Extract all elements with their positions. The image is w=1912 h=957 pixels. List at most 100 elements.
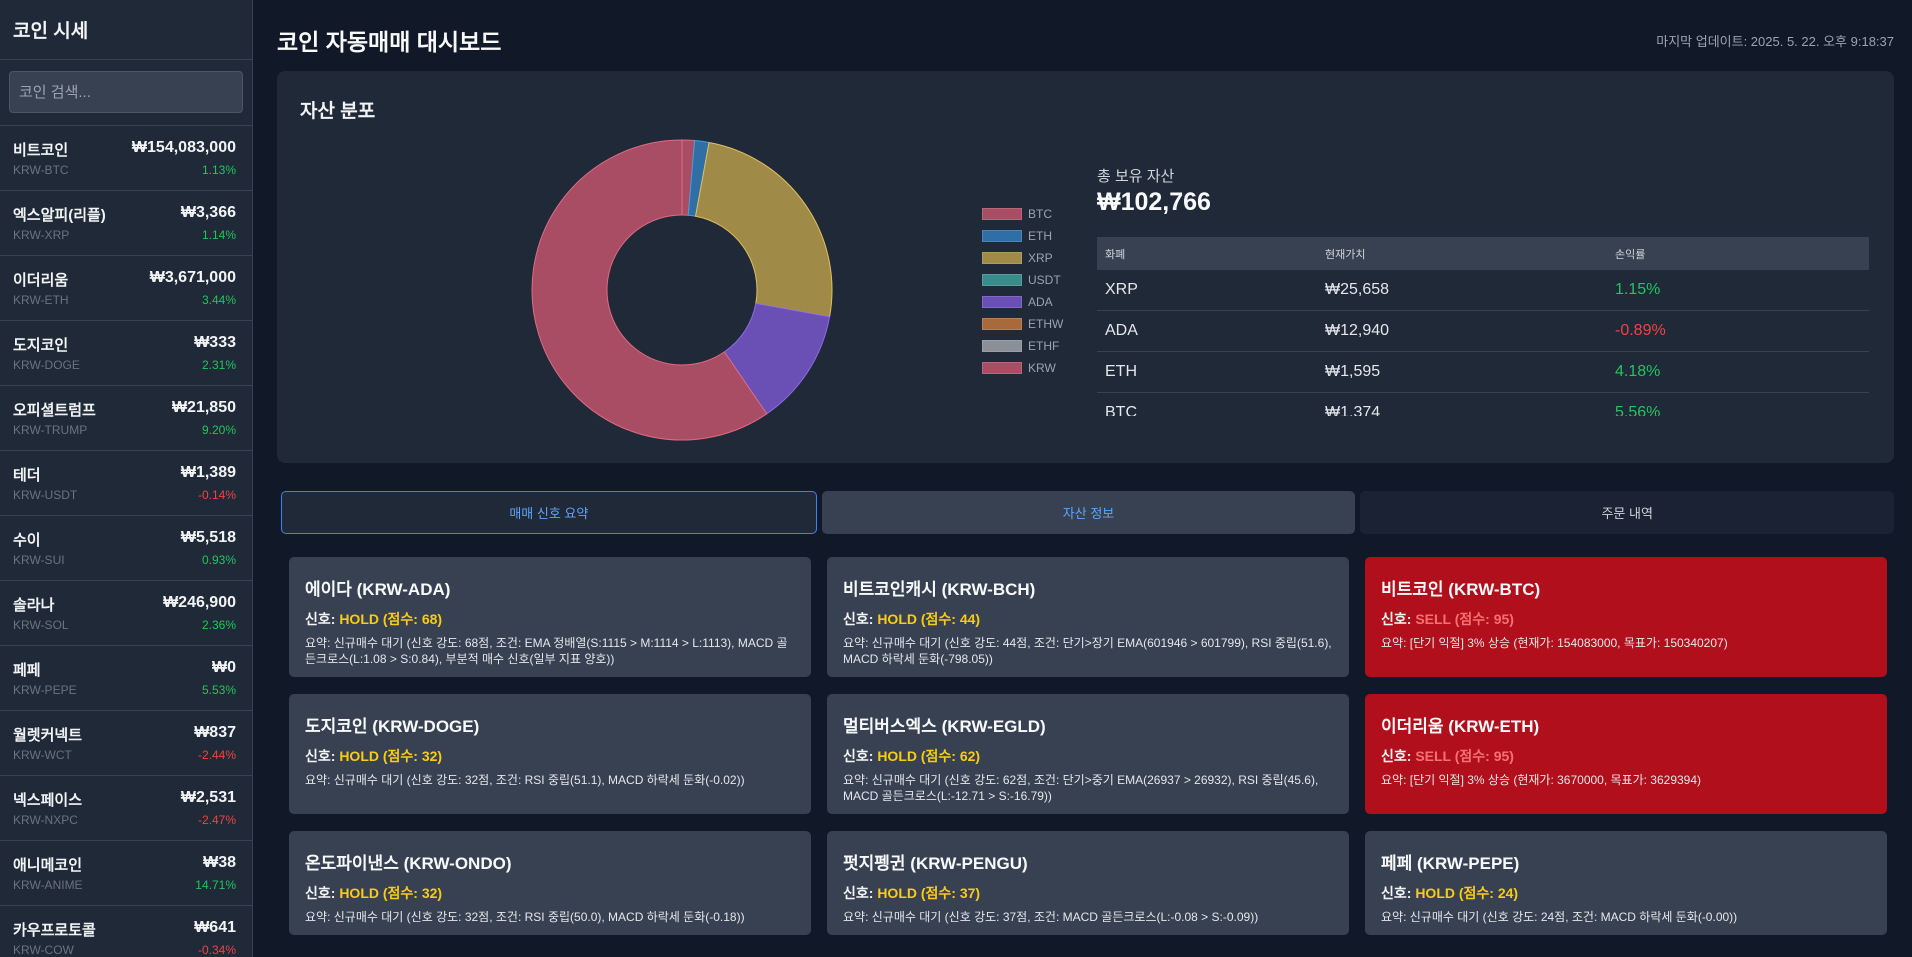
asset-distribution-panel: 자산 분포 BTC ETH XRP USDT ADA ETHW ETHF KRW 총 보유 자…	[277, 71, 1894, 463]
coin-code: KRW-WCT	[13, 748, 72, 762]
legend-label: ETH	[1028, 229, 1052, 243]
coin-name: 수이	[13, 532, 41, 549]
legend-item[interactable]: XRP	[982, 247, 1063, 269]
holding-value: ₩1,374	[1325, 404, 1381, 416]
signal-summary: 요약: 신규매수 대기 (신호 강도: 32점, 조건: RSI 중립(50.0…	[305, 910, 745, 924]
signal-value: HOLD (점수: 24)	[1415, 885, 1519, 901]
coin-change: 2.36%	[201, 618, 236, 632]
coin-list-item[interactable]: 카우프로토콜 KRW-COW ₩641 -0.34%	[0, 906, 252, 957]
signal-card[interactable]: 이더리움 (KRW-ETH) 신호: SELL (점수: 95) 요약: [단기 익…	[1365, 694, 1887, 814]
legend-swatch	[982, 274, 1022, 286]
coin-name: 카우프로토콜	[13, 922, 96, 939]
legend-item[interactable]: ETH	[982, 225, 1063, 247]
coin-list-item[interactable]: 이더리움 KRW-ETH ₩3,671,000 3.44%	[0, 256, 252, 321]
coin-list-item[interactable]: 월렛커넥트 KRW-WCT ₩837 -2.44%	[0, 711, 252, 776]
signal-card[interactable]: 멀티버스엑스 (KRW-EGLD) 신호: HOLD (점수: 62) 요약: 신규…	[827, 694, 1349, 814]
tab-signal-summary[interactable]: 매매 신호 요약	[281, 491, 817, 534]
coin-list-item[interactable]: 엑스알피(리플) KRW-XRP ₩3,366 1.14%	[0, 191, 252, 256]
coin-search-input[interactable]	[9, 71, 243, 113]
coin-name: 오피셜트럼프	[13, 402, 96, 419]
signal-card[interactable]: 도지코인 (KRW-DOGE) 신호: HOLD (점수: 32) 요약: 신규매수…	[289, 694, 811, 814]
legend-item[interactable]: ETHF	[982, 335, 1063, 357]
signal-card[interactable]: 펏지펭귄 (KRW-PENGU) 신호: HOLD (점수: 37) 요약: 신규매…	[827, 831, 1349, 935]
holdings-table: 화폐 현재가치 손익률 XRP ₩25,658 1.15% ADA ₩12,940 -0.…	[1097, 237, 1869, 484]
holding-currency: ADA	[1105, 322, 1138, 339]
sidebar: 코인 시세 비트코인 KRW-BTC ₩154,083,000 1.13% 엑스알피(리…	[0, 0, 253, 957]
signal-line: 신호: HOLD (점수: 24)	[1381, 883, 1871, 903]
signal-value: HOLD (점수: 37)	[877, 885, 981, 901]
signal-prefix: 신호:	[843, 748, 878, 764]
signal-summary: 요약: 신규매수 대기 (신호 강도: 24점, 조건: MACD 하락세 둔화…	[1381, 910, 1738, 924]
signal-summary: 요약: 신규매수 대기 (신호 강도: 68점, 조건: EMA 정배열(S:1…	[305, 636, 788, 666]
coin-list-item[interactable]: 수이 KRW-SUI ₩5,518 0.93%	[0, 516, 252, 581]
legend-label: BTC	[1028, 207, 1052, 221]
coin-price: ₩837	[194, 724, 236, 741]
coin-list-item[interactable]: 넥스페이스 KRW-NXPC ₩2,531 -2.47%	[0, 776, 252, 841]
coin-code: KRW-DOGE	[13, 358, 80, 372]
legend-swatch	[982, 252, 1022, 264]
signal-card[interactable]: 온도파이낸스 (KRW-ONDO) 신호: HOLD (점수: 32) 요약: 신규…	[289, 831, 811, 935]
coin-list-item[interactable]: 오피셜트럼프 KRW-TRUMP ₩21,850 9.20%	[0, 386, 252, 451]
tab-asset-info[interactable]: 자산 정보	[821, 491, 1356, 534]
holdings-row: BTC ₩1,374 5.56%	[1097, 393, 1869, 416]
asset-panel-title: 자산 분포	[300, 101, 376, 122]
signal-card[interactable]: 에이다 (KRW-ADA) 신호: HOLD (점수: 68) 요약: 신규매수 대…	[289, 557, 811, 677]
coin-name: 테더	[13, 467, 41, 484]
coin-name: 이더리움	[13, 272, 69, 289]
coin-list-item[interactable]: 도지코인 KRW-DOGE ₩333 2.31%	[0, 321, 252, 386]
coin-list-item[interactable]: 솔라나 KRW-SOL ₩246,900 2.36%	[0, 581, 252, 646]
total-assets-label: 총 보유 자산	[1097, 168, 1175, 185]
signal-prefix: 신호:	[1381, 885, 1416, 901]
holding-pnl: 1.15%	[1615, 281, 1661, 298]
tab-order-history[interactable]: 주문 내역	[1360, 491, 1895, 534]
coin-list-item[interactable]: 비트코인 KRW-BTC ₩154,083,000 1.13%	[0, 126, 252, 191]
coin-change: 9.20%	[201, 423, 236, 437]
legend-item[interactable]: KRW	[982, 357, 1063, 379]
signal-value: HOLD (점수: 68)	[339, 611, 443, 627]
coin-change: 14.71%	[195, 878, 236, 892]
coin-code: KRW-BTC	[13, 163, 69, 177]
total-assets-value: ₩102,766	[1097, 188, 1211, 216]
coin-code: KRW-XRP	[13, 228, 70, 242]
holding-value: ₩1,595	[1325, 363, 1381, 380]
signal-card-title: 이더리움 (KRW-ETH)	[1381, 717, 1540, 736]
coin-price: ₩3,671,000	[149, 269, 236, 286]
signal-card[interactable]: 비트코인 (KRW-BTC) 신호: SELL (점수: 95) 요약: [단기 익…	[1365, 557, 1887, 677]
coin-list-item[interactable]: 애니메코인 KRW-ANIME ₩38 14.71%	[0, 841, 252, 906]
legend-item[interactable]: ADA	[982, 291, 1063, 313]
signal-summary: 요약: [단기 익절] 3% 상승 (현재가: 154083000, 목표가: …	[1381, 636, 1728, 650]
signal-card-title: 멀티버스엑스 (KRW-EGLD)	[843, 717, 1046, 736]
legend-item[interactable]: USDT	[982, 269, 1063, 291]
legend-swatch	[982, 340, 1022, 352]
header-currency: 화폐	[1105, 248, 1126, 261]
donut-slice-xrp[interactable]	[694, 141, 833, 318]
coin-name: 엑스알피(리플)	[13, 207, 106, 224]
holding-value: ₩12,940	[1325, 322, 1390, 339]
signal-prefix: 신호:	[843, 885, 878, 901]
signal-line: 신호: HOLD (점수: 32)	[305, 883, 795, 903]
page-title: 코인 자동매매 대시보드	[277, 29, 502, 55]
coin-change: 1.13%	[201, 163, 236, 177]
signal-card-title: 온도파이낸스 (KRW-ONDO)	[305, 854, 512, 873]
legend-item[interactable]: BTC	[982, 203, 1063, 225]
coin-price: ₩641	[194, 919, 236, 936]
holdings-row: ETH ₩1,595 4.18%	[1097, 352, 1869, 393]
signal-card[interactable]: 비트코인캐시 (KRW-BCH) 신호: HOLD (점수: 44) 요약: 신규매…	[827, 557, 1349, 677]
coin-code: KRW-ETH	[13, 293, 69, 307]
signal-card-title: 페페 (KRW-PEPE)	[1381, 854, 1520, 873]
legend-swatch	[982, 296, 1022, 308]
coin-name: 솔라나	[13, 597, 55, 614]
signal-line: 신호: HOLD (점수: 62)	[843, 746, 1333, 766]
signal-prefix: 신호:	[305, 885, 340, 901]
coin-list-item[interactable]: 페페 KRW-PEPE ₩0 5.53%	[0, 646, 252, 711]
coin-list-item[interactable]: 테더 KRW-USDT ₩1,389 -0.14%	[0, 451, 252, 516]
coin-name: 넥스페이스	[13, 792, 83, 809]
signal-card[interactable]: 페페 (KRW-PEPE) 신호: HOLD (점수: 24) 요약: 신규매수 대…	[1365, 831, 1887, 935]
coin-price: ₩154,083,000	[131, 139, 236, 156]
signal-value: HOLD (점수: 32)	[339, 885, 443, 901]
signal-prefix: 신호:	[843, 611, 878, 627]
legend-item[interactable]: ETHW	[982, 313, 1063, 335]
holding-currency: XRP	[1105, 281, 1138, 298]
coin-price: ₩2,531	[180, 789, 236, 806]
header-value: 현재가치	[1325, 248, 1366, 261]
